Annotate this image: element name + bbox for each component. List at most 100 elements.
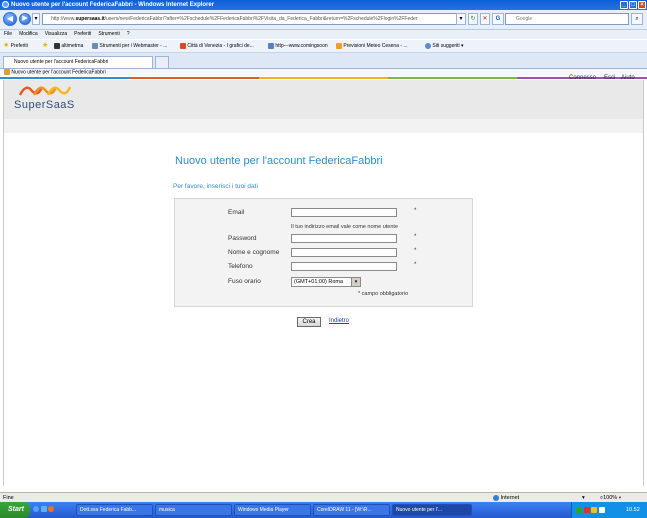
favorite-label: http---www.comingsoon	[275, 43, 328, 49]
close-button[interactable]: ×	[638, 1, 646, 9]
menu-file[interactable]: File	[4, 31, 12, 37]
search-provider-icon[interactable]: G	[492, 13, 504, 25]
required-mark: *	[414, 248, 417, 254]
phone-field[interactable]	[291, 262, 397, 271]
command-tab-title: Nuovo utente per l'account FedericaFabbr…	[11, 69, 106, 76]
taskbar-item-ie[interactable]: Nuovo utente per l'...	[392, 504, 472, 516]
color-stripe	[0, 77, 647, 79]
menu-help[interactable]: ?	[127, 31, 130, 37]
address-dropdown-icon[interactable]: ▾	[456, 13, 466, 25]
page-tab-label[interactable]: Nuovo utente per l'account FedericaFabbr…	[4, 69, 106, 76]
menu-visualizza[interactable]: Visualizza	[45, 31, 67, 37]
tab-current[interactable]: Nuovo utente per l'account FedericaFabbr…	[3, 56, 153, 68]
site-icon	[425, 42, 431, 49]
globe-icon	[493, 494, 499, 501]
required-mark: *	[414, 234, 417, 240]
supersaas-logo-icon	[18, 86, 72, 96]
star-icon: ★	[3, 42, 10, 49]
address-prefix: http://www.	[51, 16, 76, 22]
page-subtitle: Per favore, inserisci i tuoi dati	[173, 183, 258, 190]
firefox-icon[interactable]	[48, 506, 55, 512]
timezone-label: Fuso orario	[228, 278, 261, 285]
desktop-icon[interactable]	[40, 506, 47, 512]
taskbar-item-musica[interactable]: musica	[155, 504, 232, 516]
ie-icon[interactable]	[33, 506, 39, 512]
site-icon	[92, 42, 98, 49]
site-icon	[54, 42, 60, 49]
favorite-link-2[interactable]: Strumenti per i Webmaster - ...	[92, 40, 167, 52]
favorite-link-4[interactable]: http---www.comingsoon	[268, 40, 328, 52]
required-mark: *	[414, 208, 417, 214]
maximize-button[interactable]: □	[629, 1, 637, 9]
timezone-select[interactable]: (GMT+01:00) Roma ▾	[291, 277, 361, 287]
menu-strumenti[interactable]: Strumenti	[98, 31, 119, 37]
forward-arrow-icon[interactable]: ▶	[19, 13, 31, 25]
add-favorite-icon[interactable]: ★	[42, 40, 48, 52]
address-host: supersaas.it	[75, 16, 105, 22]
favorite-link-1[interactable]: altimetrna	[54, 40, 83, 52]
tray-icon[interactable]	[576, 506, 582, 513]
history-dropdown-icon[interactable]: ▾	[32, 13, 40, 25]
address-toolbar: ◀ ▶ ▾ http://www.supersaas.it/users/new/…	[0, 10, 647, 30]
aiuto-link[interactable]: Aiuto	[621, 75, 635, 81]
esci-link[interactable]: Esci	[604, 75, 615, 81]
site-icon	[336, 42, 342, 49]
window-title: Nuovo utente per l'account FedericaFabbr…	[11, 2, 215, 8]
address-bar[interactable]: http://www.supersaas.it/users/new/Federi…	[42, 13, 462, 25]
refresh-icon[interactable]: ↻	[468, 13, 478, 25]
create-button[interactable]: Crea	[297, 317, 321, 327]
favorite-link-6[interactable]: Siti suggeriti ▾	[425, 40, 464, 52]
menu-preferiti[interactable]: Preferiti	[74, 31, 91, 37]
quick-launch	[33, 506, 67, 514]
email-label: Email	[228, 209, 245, 216]
start-button[interactable]: Start	[0, 502, 30, 518]
search-input[interactable]: Google	[505, 13, 629, 25]
back-arrow-icon[interactable]: ◀	[3, 12, 17, 26]
search-icon[interactable]: ⌕	[631, 13, 643, 25]
site-icon	[180, 42, 186, 49]
clock: 10.52	[626, 507, 640, 513]
email-hint: Il tuo indirizzo email vale come nome ut…	[291, 224, 398, 230]
taskbar-item-word[interactable]: Dott.ssa Federica Fabb...	[76, 504, 153, 516]
tray-icon[interactable]	[598, 506, 605, 513]
favorites-label: Preferiti	[10, 43, 28, 49]
taskbar-item-coreldraw[interactable]: CorelDRAW 11 - [W:\R...	[313, 504, 390, 516]
favorite-label: Città di Venezia - I grafici de...	[187, 43, 254, 49]
new-tab-button[interactable]	[155, 56, 169, 68]
phone-label: Telefono	[228, 263, 253, 270]
ie-icon	[2, 1, 9, 8]
tray-icon[interactable]	[583, 506, 590, 513]
zoom-value: 100%	[603, 495, 618, 501]
taskbar-item-media-player[interactable]: Windows Media Player	[234, 504, 311, 516]
site-logo[interactable]: SuperSaaS	[14, 99, 75, 111]
tray-icon[interactable]	[591, 506, 598, 513]
minimize-button[interactable]: _	[620, 1, 628, 9]
stop-icon[interactable]: ✕	[480, 13, 490, 25]
address-path: /users/new/FedericaFabbri?after=%2Fsched…	[104, 16, 418, 22]
site-header	[4, 80, 643, 119]
favorites-button[interactable]: ★ Preferiti	[3, 40, 28, 52]
favorite-label: Strumenti per i Webmaster - ...	[99, 43, 168, 49]
favorite-label: Siti suggeriti ▾	[432, 43, 464, 49]
system-tray: 10.52	[571, 502, 647, 518]
email-field[interactable]	[291, 208, 397, 217]
favorite-label: altimetrna	[61, 43, 84, 49]
chevron-down-icon: ▾	[351, 278, 360, 286]
page-icon	[4, 69, 10, 75]
name-label: Nome e cognome	[228, 249, 280, 256]
favorites-bar: ★ Preferiti ★ altimetrna Strumenti per i…	[0, 40, 647, 53]
menu-modifica[interactable]: Modifica	[19, 31, 38, 37]
name-field[interactable]	[291, 248, 397, 257]
window-title-bar: Nuovo utente per l'account FedericaFabbr…	[0, 0, 647, 10]
favorite-link-5[interactable]: Previsioni Meteo Cesena - ...	[336, 40, 408, 52]
connesso-link[interactable]: Connesso	[569, 75, 596, 81]
back-link[interactable]: Indietro	[329, 318, 349, 324]
menu-bar: File Modifica Visualizza Preferiti Strumenti…	[0, 30, 647, 39]
command-bar: Nuovo utente per l'account FedericaFabbr…	[0, 69, 647, 76]
favorite-link-3[interactable]: Città di Venezia - I grafici de...	[180, 40, 254, 52]
zone-text: Internet	[500, 495, 520, 501]
timezone-value: (GMT+01:00) Roma	[294, 279, 344, 285]
password-field[interactable]	[291, 234, 397, 243]
site-icon	[268, 42, 274, 49]
password-label: Password	[228, 235, 257, 242]
